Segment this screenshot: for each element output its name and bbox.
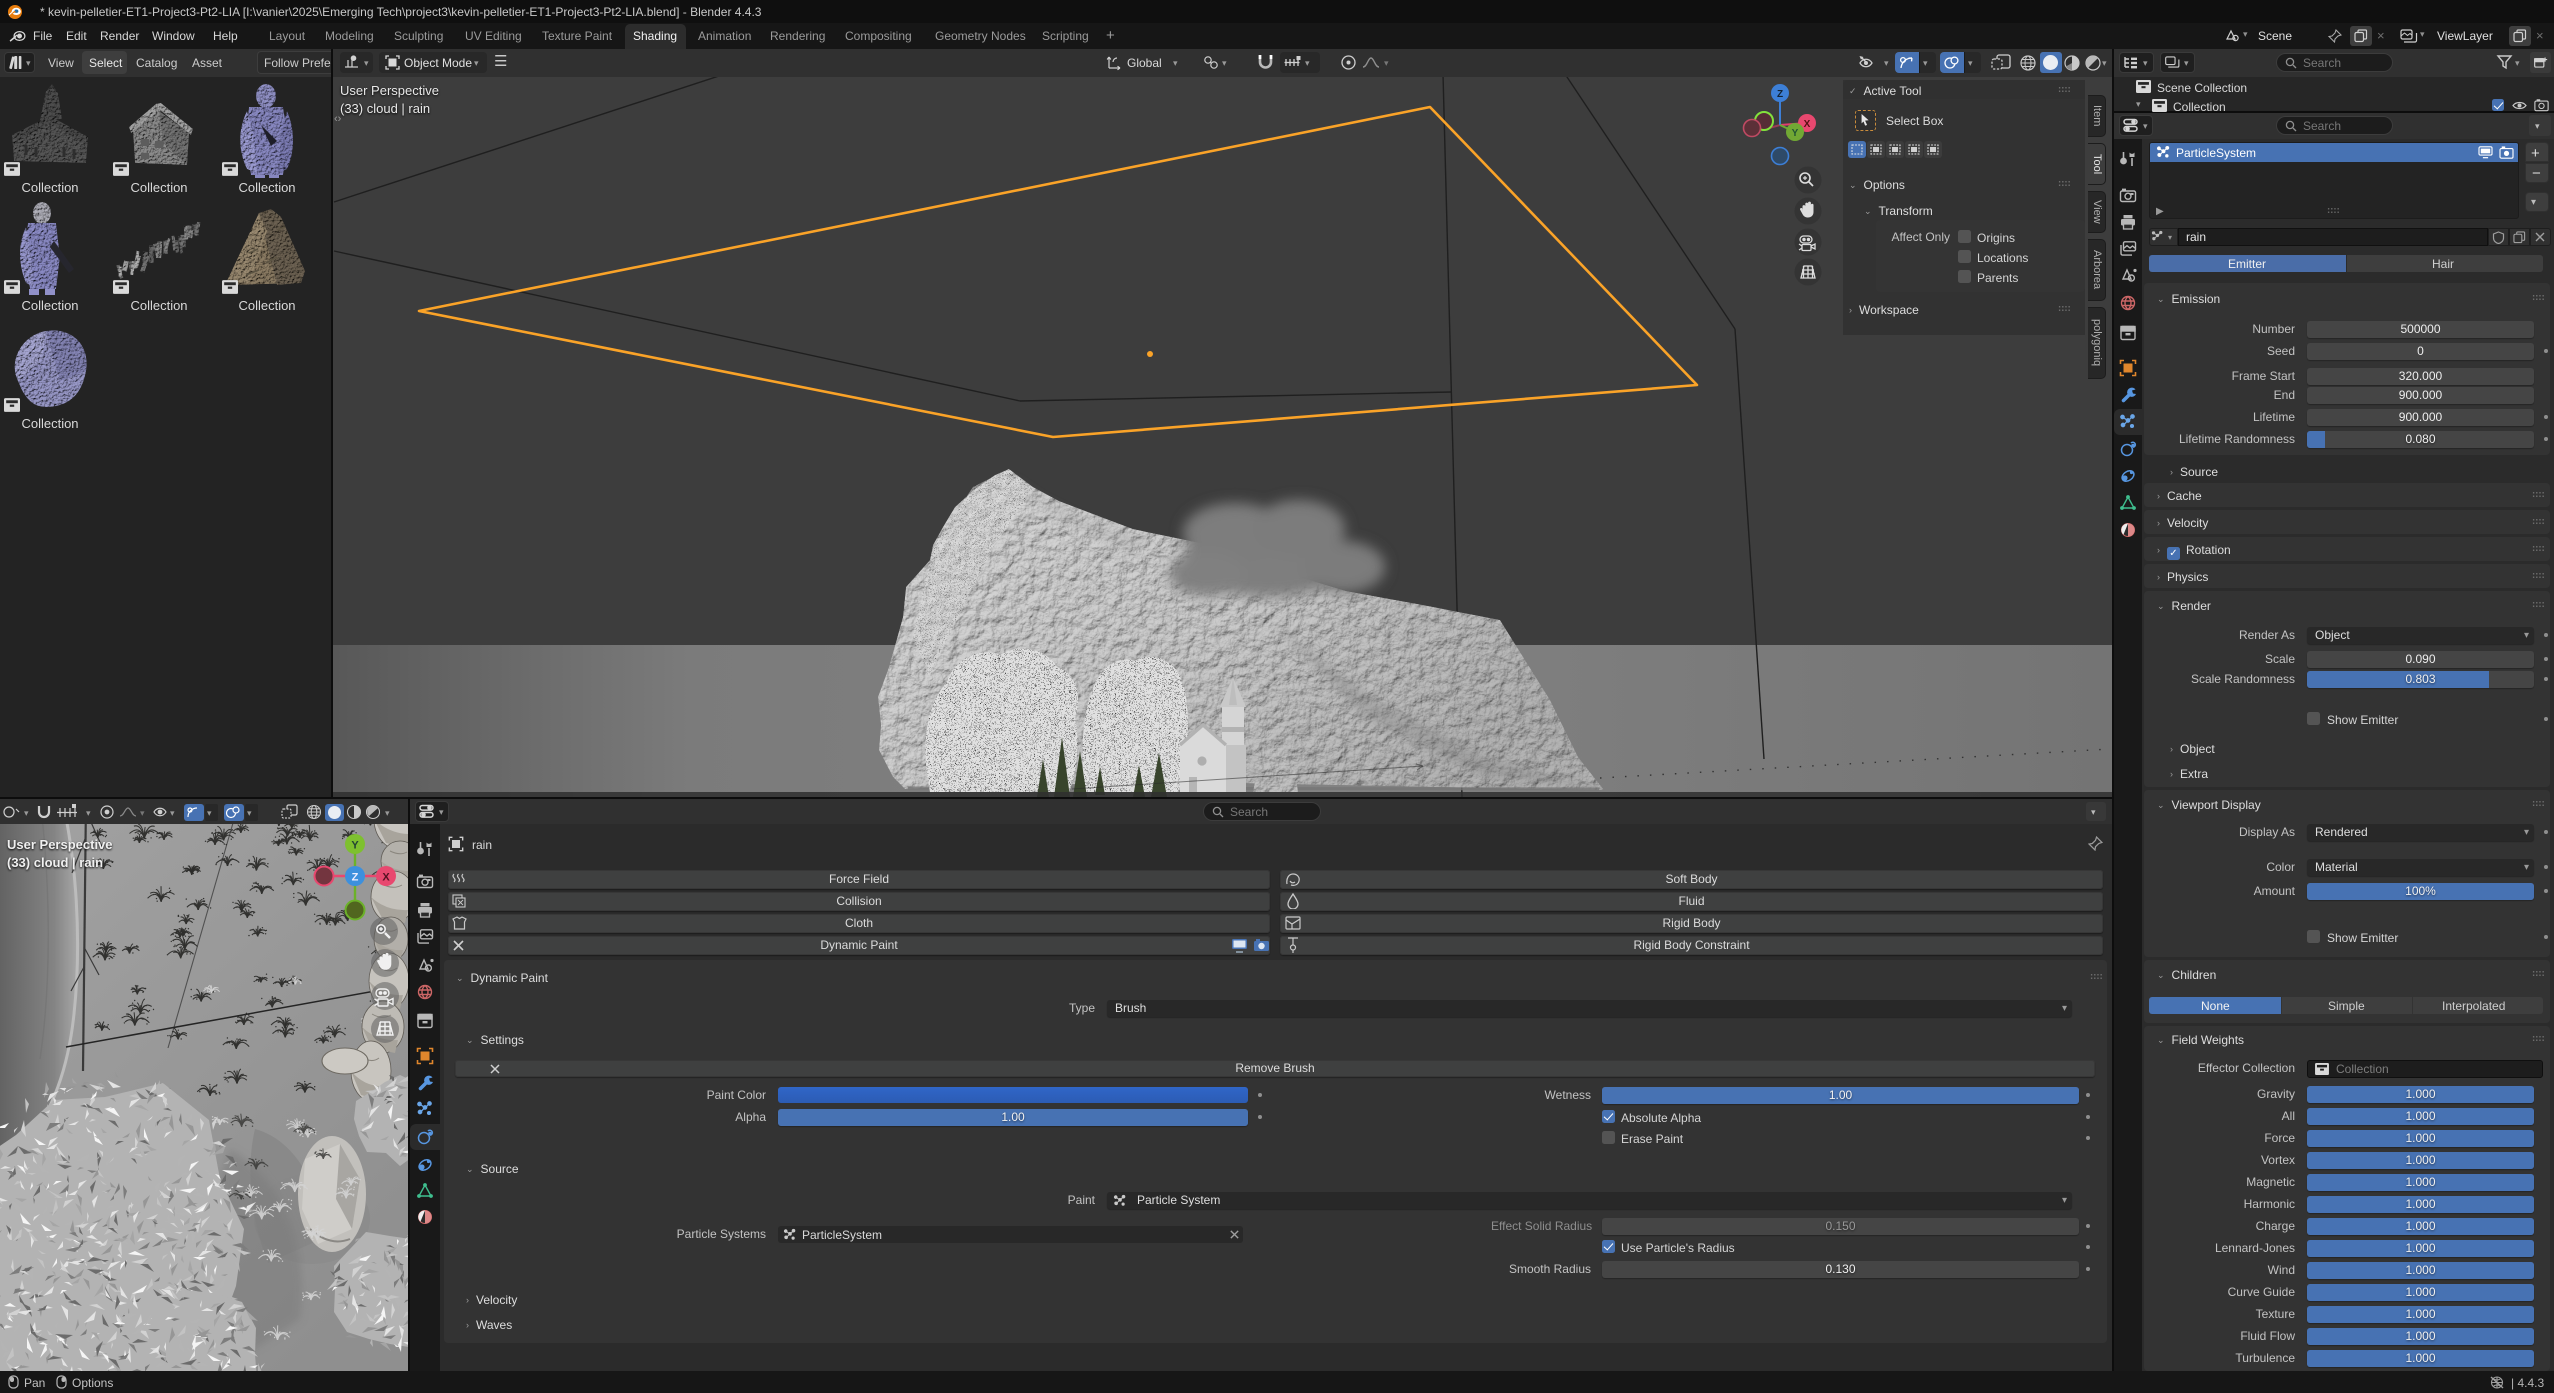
svg-text:▾: ▾: [140, 808, 145, 818]
svg-text:Y: Y: [1792, 128, 1799, 139]
svg-text:▾: ▾: [247, 808, 252, 818]
svg-text:Z: Z: [352, 872, 359, 884]
svg-text:▾: ▾: [385, 808, 390, 818]
svg-text:▾: ▾: [207, 808, 212, 818]
svg-text:Z: Z: [1777, 89, 1783, 100]
svg-text:X: X: [382, 872, 390, 884]
svg-text:Y: Y: [351, 840, 359, 852]
svg-text:X: X: [1804, 119, 1811, 130]
svg-text:▾: ▾: [86, 808, 91, 818]
svg-text:▾: ▾: [170, 808, 175, 818]
svg-text:▾: ▾: [24, 808, 29, 818]
